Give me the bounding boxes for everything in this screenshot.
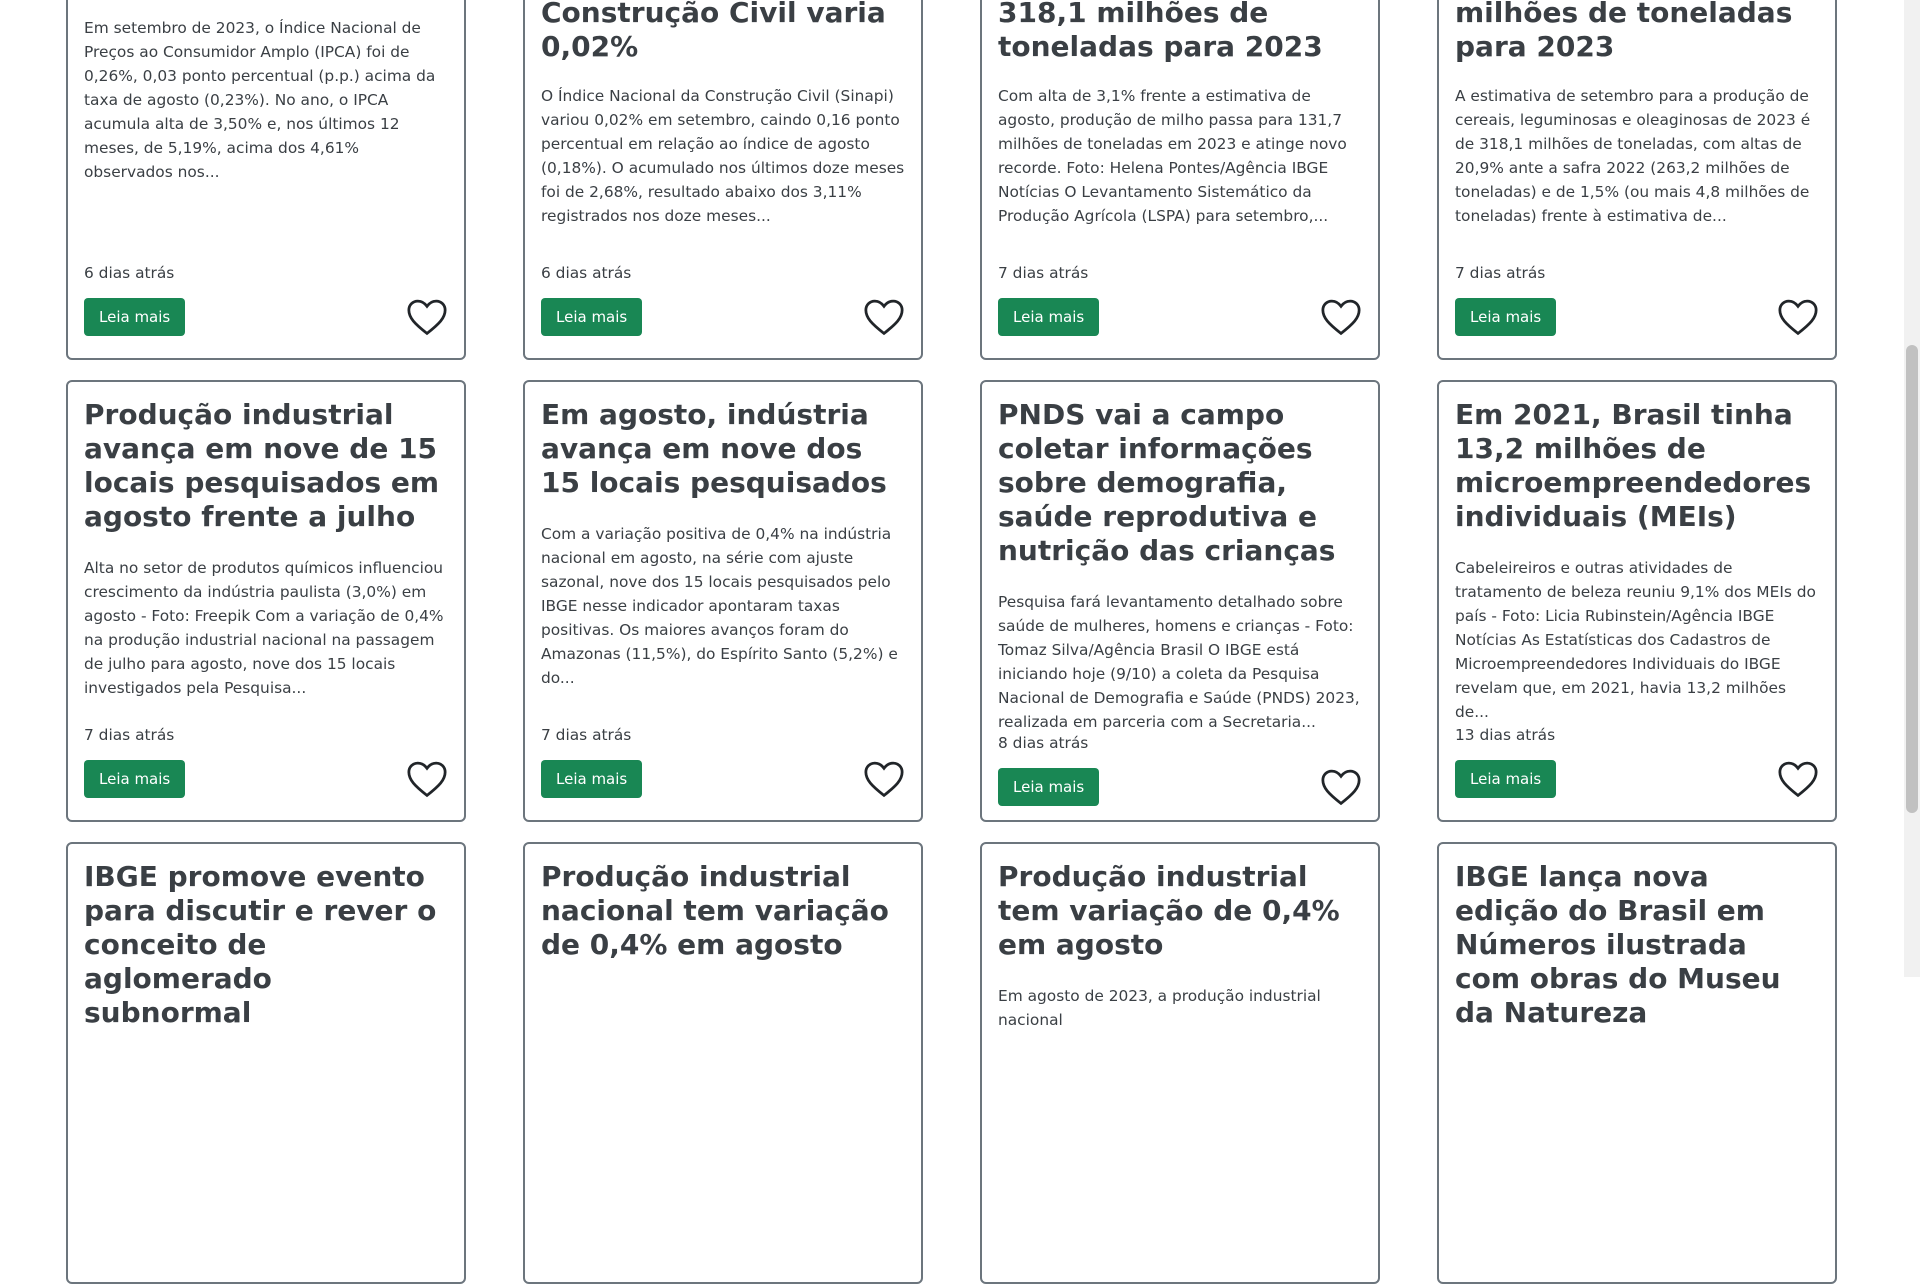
news-card: setembro Em setembro de 2023, o Índice N… xyxy=(66,0,466,360)
card-date: 7 dias atrás xyxy=(1455,264,1546,282)
card-title: Produção industrial avança em nove de 15… xyxy=(84,398,440,533)
card-description: Com a variação positiva de 0,4% na indús… xyxy=(541,525,898,687)
card-footer: Leia mais xyxy=(541,298,905,358)
card-description: Em setembro de 2023, o Índice Nacional d… xyxy=(84,19,436,181)
read-more-button[interactable]: Leia mais xyxy=(998,768,1100,806)
news-card: Produção industrial avança em nove de 15… xyxy=(66,380,466,822)
card-title: IBGE lança nova edição do Brasil em Núme… xyxy=(1455,860,1781,1029)
card-date: 13 dias atrás xyxy=(1455,726,1556,744)
card-date: 6 dias atrás xyxy=(541,264,632,282)
news-card: IBGE lança nova edição do Brasil em Núme… xyxy=(1437,842,1837,1284)
news-card: safra recorde de 318,1 milhões de tonela… xyxy=(1437,0,1837,360)
news-card: IBGE promove evento para discutir e reve… xyxy=(66,842,466,1284)
card-title: safra recorde de 318,1 milhões de tonela… xyxy=(1455,0,1793,63)
card-description: O Índice Nacional da Construção Civil (S… xyxy=(541,87,905,225)
card-footer: Leia mais xyxy=(1455,760,1819,820)
card-date: 7 dias atrás xyxy=(998,264,1089,282)
card-title: Em 2021, Brasil tinha 13,2 milhões de mi… xyxy=(1455,398,1812,533)
card-description: Cabeleireiros e outras atividades de tra… xyxy=(1455,559,1816,721)
card-description: Com alta de 3,1% frente a estimativa de … xyxy=(998,87,1347,225)
card-date: 7 dias atrás xyxy=(84,726,175,744)
news-card: Em agosto, indústria avança em nove dos … xyxy=(523,380,923,822)
heart-icon[interactable] xyxy=(863,298,905,336)
heart-icon[interactable] xyxy=(1777,760,1819,798)
read-more-button[interactable]: Leia mais xyxy=(1455,298,1557,336)
card-footer: Leia mais xyxy=(998,298,1362,358)
heart-icon[interactable] xyxy=(406,760,448,798)
read-more-button[interactable]: Leia mais xyxy=(84,760,186,798)
heart-icon[interactable] xyxy=(406,298,448,336)
read-more-button[interactable]: Leia mais xyxy=(541,760,643,798)
news-card: PNDS vai a campo coletar informações sob… xyxy=(980,380,1380,822)
card-title: Produção industrial tem variação de 0,4%… xyxy=(998,860,1340,961)
card-title: Nacional da Construção Civil varia 0,02% xyxy=(541,0,886,63)
card-footer: Leia mais xyxy=(541,760,905,820)
read-more-button[interactable]: Leia mais xyxy=(541,298,643,336)
heart-icon[interactable] xyxy=(863,760,905,798)
card-description: Em agosto de 2023, a produção industrial… xyxy=(998,987,1321,1029)
news-card: Nacional da Construção Civil varia 0,02%… xyxy=(523,0,923,360)
news-card: Produção industrial tem variação de 0,4%… xyxy=(980,842,1380,1284)
news-card: Em 2021, Brasil tinha 13,2 milhões de mi… xyxy=(1437,380,1837,822)
card-description: Pesquisa fará levantamento detalhado sob… xyxy=(998,593,1360,731)
card-title: prevê safra recorde de 318,1 milhões de … xyxy=(998,0,1323,63)
read-more-button[interactable]: Leia mais xyxy=(1455,760,1557,798)
read-more-button[interactable]: Leia mais xyxy=(998,298,1100,336)
card-title: Em agosto, indústria avança em nove dos … xyxy=(541,398,887,499)
card-title: IBGE promove evento para discutir e reve… xyxy=(84,860,437,1029)
heart-icon[interactable] xyxy=(1320,298,1362,336)
news-grid: setembro Em setembro de 2023, o Índice N… xyxy=(66,0,1838,1284)
card-footer: Leia mais xyxy=(84,760,448,820)
card-description: Alta no setor de produtos químicos influ… xyxy=(84,559,444,697)
card-title: Produção industrial nacional tem variaçã… xyxy=(541,860,889,961)
card-footer: Leia mais xyxy=(1455,298,1819,358)
card-date: 6 dias atrás xyxy=(84,264,175,282)
read-more-button[interactable]: Leia mais xyxy=(84,298,186,336)
news-card: prevê safra recorde de 318,1 milhões de … xyxy=(980,0,1380,360)
heart-icon[interactable] xyxy=(1320,768,1362,806)
scrollbar-thumb[interactable] xyxy=(1906,345,1918,813)
card-title: PNDS vai a campo coletar informações sob… xyxy=(998,398,1336,567)
card-date: 7 dias atrás xyxy=(541,726,632,744)
scrollbar-track[interactable] xyxy=(1904,0,1920,977)
card-footer: Leia mais xyxy=(998,768,1362,828)
card-description: A estimativa de setembro para a produção… xyxy=(1455,87,1811,225)
card-date: 8 dias atrás xyxy=(998,734,1089,752)
card-footer: Leia mais xyxy=(84,298,448,358)
news-card: Produção industrial nacional tem variaçã… xyxy=(523,842,923,1284)
heart-icon[interactable] xyxy=(1777,298,1819,336)
